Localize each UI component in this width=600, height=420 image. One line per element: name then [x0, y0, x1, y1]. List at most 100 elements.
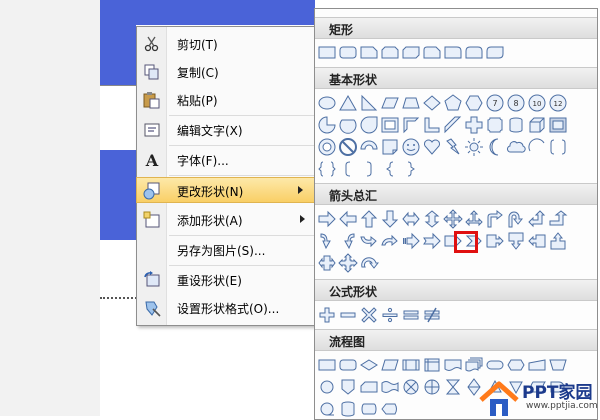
flowchart-process-shape-icon[interactable] — [317, 355, 337, 375]
flowchart-document-shape-icon[interactable] — [443, 355, 463, 375]
rectangle-shape-icon[interactable] — [317, 42, 337, 62]
flowchart-preparation-shape-icon[interactable] — [506, 355, 526, 375]
double-bracket-shape-icon[interactable] — [548, 137, 568, 157]
heptagon-shape-icon[interactable]: 7 — [485, 93, 505, 113]
moon-shape-icon[interactable] — [485, 137, 505, 157]
flowchart-manual-operation-shape-icon[interactable] — [548, 355, 568, 375]
down-arrow-shape-icon[interactable] — [380, 209, 400, 229]
flowchart-card-shape-icon[interactable] — [359, 377, 379, 397]
striped-right-arrow-shape-icon[interactable] — [401, 231, 421, 251]
no-symbol-shape-icon[interactable] — [338, 137, 358, 157]
quad-arrow-shape-icon[interactable] — [443, 209, 463, 229]
notched-right-arrow-shape-icon[interactable] — [422, 231, 442, 251]
left-arrow-callout-shape-icon[interactable] — [527, 231, 547, 251]
flowchart-collate-shape-icon[interactable] — [443, 377, 463, 397]
right-triangle-shape-icon[interactable] — [359, 93, 379, 113]
left-right-up-arrow-shape-icon[interactable] — [464, 209, 484, 229]
decagon-shape-icon[interactable]: 10 — [527, 93, 547, 113]
menu-item-save-as-picture[interactable]: 另存为图片(S)... — [137, 237, 317, 263]
round-corner-rectangle-shape-icon[interactable] — [443, 42, 463, 62]
round-same-side-rectangle-shape-icon[interactable] — [464, 42, 484, 62]
menu-item-cut[interactable]: 剪切(T) — [137, 31, 317, 57]
flowchart-magnetic-disk-shape-icon[interactable] — [338, 399, 358, 419]
flowchart-summing-junction-shape-icon[interactable] — [401, 377, 421, 397]
sun-shape-icon[interactable] — [464, 137, 484, 157]
cube-shape-icon[interactable] — [527, 115, 547, 135]
down-arrow-callout-shape-icon[interactable] — [506, 231, 526, 251]
frame-shape-icon[interactable] — [380, 115, 400, 135]
bevel-shape-icon[interactable] — [548, 115, 568, 135]
up-down-arrow-shape-icon[interactable] — [422, 209, 442, 229]
pentagon-shape-icon[interactable] — [443, 93, 463, 113]
left-right-arrow-shape-icon[interactable] — [401, 209, 421, 229]
heart-shape-icon[interactable] — [422, 137, 442, 157]
octagon-shape-icon[interactable]: 8 — [506, 93, 526, 113]
snip-diagonal-rectangle-shape-icon[interactable] — [401, 42, 421, 62]
flowchart-offpage-connector-shape-icon[interactable] — [338, 377, 358, 397]
plaque-shape-icon[interactable] — [485, 115, 505, 135]
up-arrow-shape-icon[interactable] — [359, 209, 379, 229]
flowchart-data-shape-icon[interactable] — [380, 355, 400, 375]
right-arrow-shape-icon[interactable] — [317, 209, 337, 229]
left-right-arrow-callout-shape-icon[interactable] — [317, 253, 337, 273]
menu-item-paste[interactable]: 粘贴(P) — [137, 87, 317, 113]
donut-shape-icon[interactable] — [317, 137, 337, 157]
right-brace-shape-icon[interactable] — [401, 159, 421, 179]
block-arc-shape-icon[interactable] — [359, 137, 379, 157]
lightning-bolt-shape-icon[interactable] — [443, 137, 463, 157]
minus-shape-icon[interactable] — [338, 305, 358, 325]
left-bracket-shape-icon[interactable] — [338, 159, 358, 179]
teardrop-shape-icon[interactable] — [359, 115, 379, 135]
folded-corner-shape-icon[interactable] — [380, 137, 400, 157]
right-bracket-shape-icon[interactable] — [359, 159, 379, 179]
flowchart-or-shape-icon[interactable] — [422, 377, 442, 397]
left-up-arrow-shape-icon[interactable] — [527, 209, 547, 229]
up-arrow-callout-shape-icon[interactable] — [548, 231, 568, 251]
snip-same-side-rectangle-shape-icon[interactable] — [380, 42, 400, 62]
circular-arrow-shape-icon[interactable] — [359, 253, 379, 273]
u-turn-arrow-shape-icon[interactable] — [506, 209, 526, 229]
flowchart-alternate-process-shape-icon[interactable] — [338, 355, 358, 375]
round-diagonal-rectangle-shape-icon[interactable] — [485, 42, 505, 62]
flowchart-direct-access-storage-shape-icon[interactable] — [359, 399, 379, 419]
flowchart-decision-shape-icon[interactable] — [359, 355, 379, 375]
flowchart-connector-shape-icon[interactable] — [317, 377, 337, 397]
snip-corner-rectangle-shape-icon[interactable] — [359, 42, 379, 62]
arc-shape-icon[interactable] — [527, 137, 547, 157]
diamond-shape-icon[interactable] — [422, 93, 442, 113]
menu-item-format-shape[interactable]: 设置形状格式(O)... — [137, 295, 317, 321]
half-frame-shape-icon[interactable] — [401, 115, 421, 135]
snip-round-rectangle-shape-icon[interactable] — [422, 42, 442, 62]
flowchart-internal-storage-shape-icon[interactable] — [422, 355, 442, 375]
hexagon-shape-icon[interactable] — [464, 93, 484, 113]
flowchart-manual-input-shape-icon[interactable] — [527, 355, 547, 375]
cloud-shape-icon[interactable] — [506, 137, 526, 157]
quad-arrow-callout-shape-icon[interactable] — [338, 253, 358, 273]
right-arrow-callout-shape-icon[interactable] — [485, 231, 505, 251]
curved-right-arrow-shape-icon[interactable] — [317, 231, 337, 251]
curved-left-arrow-shape-icon[interactable] — [338, 231, 358, 251]
bent-up-arrow-shape-icon[interactable] — [548, 209, 568, 229]
flowchart-display-shape-icon[interactable] — [380, 399, 400, 419]
chord-shape-icon[interactable] — [338, 115, 358, 135]
flowchart-multidocument-shape-icon[interactable] — [464, 355, 484, 375]
trapezoid-shape-icon[interactable] — [401, 93, 421, 113]
menu-item-change-shape[interactable]: 更改形状(N) — [136, 177, 316, 203]
parallelogram-shape-icon[interactable] — [380, 93, 400, 113]
flowchart-predefined-process-shape-icon[interactable] — [401, 355, 421, 375]
menu-item-add-shape[interactable]: 添加形状(A) — [137, 207, 317, 233]
cross-shape-icon[interactable] — [464, 115, 484, 135]
smiley-face-shape-icon[interactable] — [401, 137, 421, 157]
flowchart-terminator-shape-icon[interactable] — [485, 355, 505, 375]
l-shape-icon[interactable] — [422, 115, 442, 135]
equal-shape-icon[interactable] — [401, 305, 421, 325]
left-brace-shape-icon[interactable] — [380, 159, 400, 179]
double-brace-shape-icon[interactable] — [317, 159, 337, 179]
menu-item-reset-shape[interactable]: 重设形状(E) — [137, 267, 317, 293]
curved-up-arrow-shape-icon[interactable] — [359, 231, 379, 251]
curved-down-arrow-shape-icon[interactable] — [380, 231, 400, 251]
rounded-rectangle-shape-icon[interactable] — [338, 42, 358, 62]
dodecagon-shape-icon[interactable]: 12 — [548, 93, 568, 113]
bent-arrow-shape-icon[interactable] — [485, 209, 505, 229]
not-equal-shape-icon[interactable] — [422, 305, 442, 325]
